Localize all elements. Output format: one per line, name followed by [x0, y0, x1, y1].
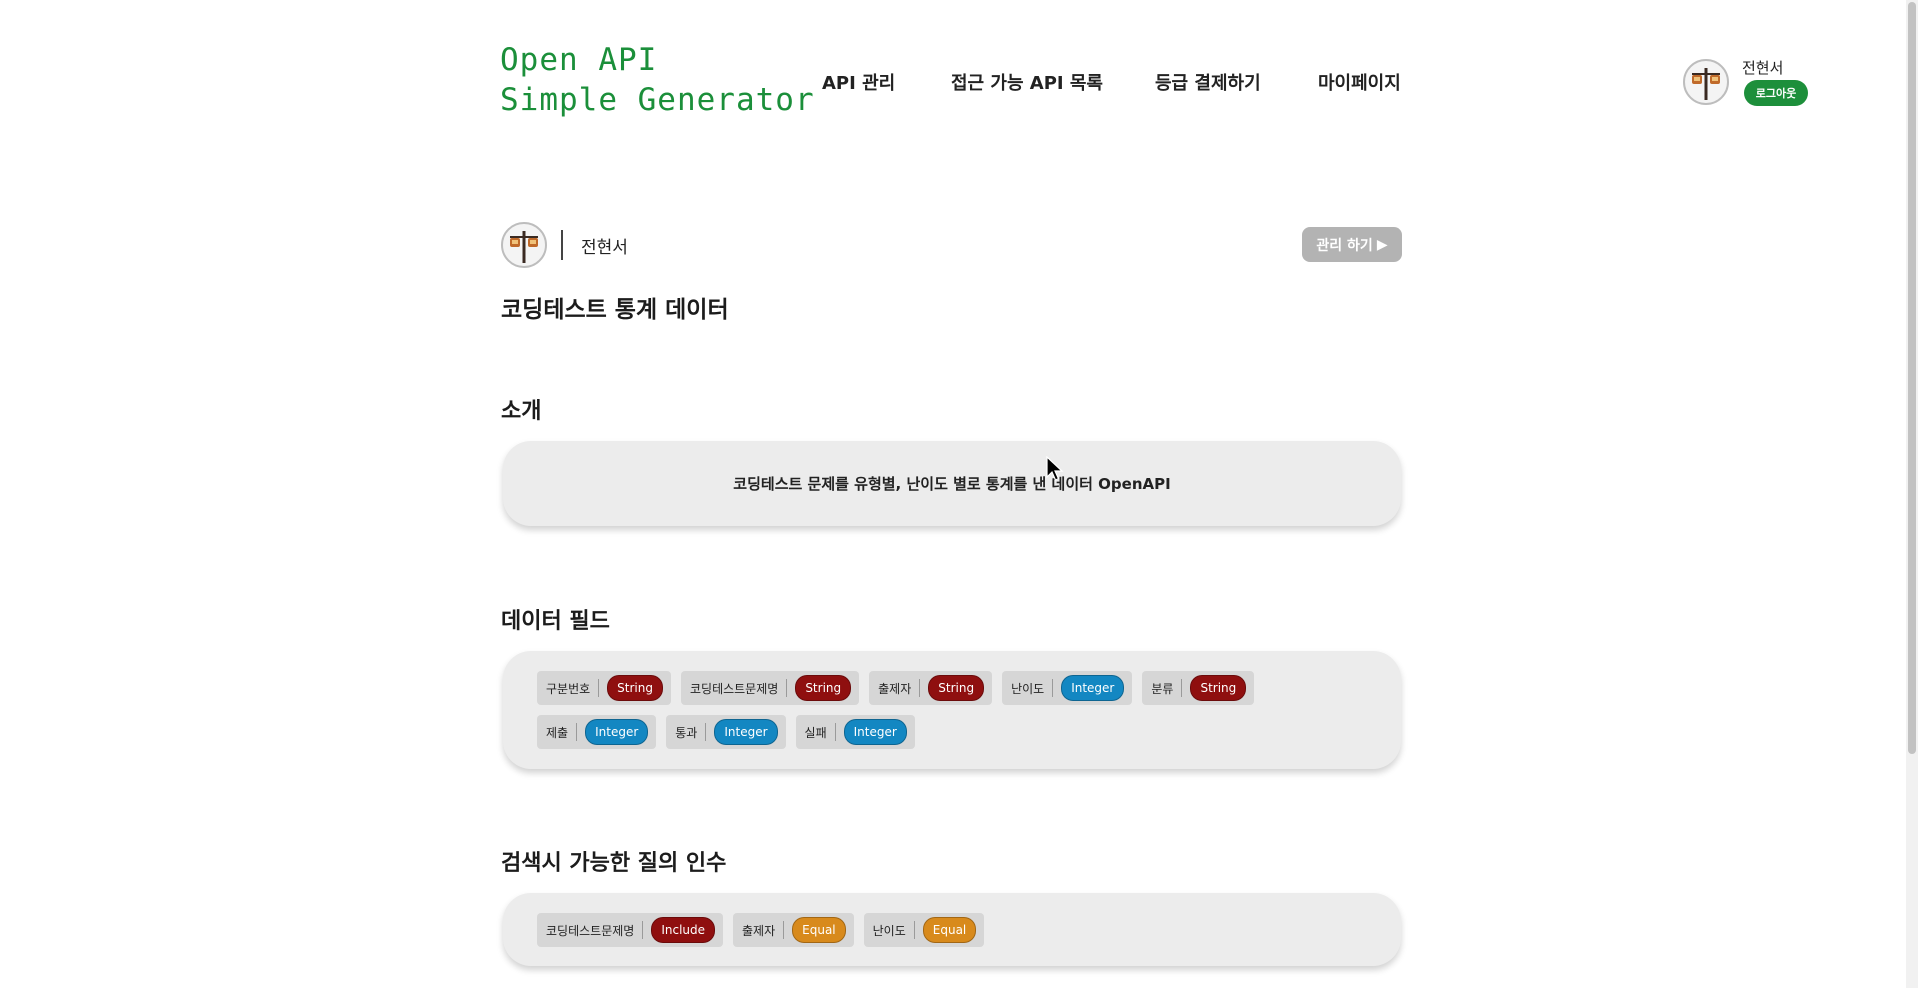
field-name: 코딩테스트문제명	[689, 681, 779, 696]
field-type-badge: Integer	[585, 719, 649, 745]
chip-divider	[1052, 679, 1054, 697]
logo-line-2: Simple Generator	[500, 82, 815, 118]
field-chip: 통과 Integer	[666, 715, 786, 749]
field-chip: 출제자 String	[869, 671, 993, 705]
page-scrollbar[interactable]	[1906, 0, 1918, 988]
nav-mypage[interactable]: 마이페이지	[1318, 69, 1401, 95]
manage-button[interactable]: 관리 하기 ▶	[1302, 227, 1402, 262]
chip-divider	[1181, 679, 1183, 697]
nav-accessible-api-list[interactable]: 접근 가능 API 목록	[951, 69, 1103, 95]
chip-divider	[783, 921, 785, 939]
param-chip-list: 코딩테스트문제명 Include 출제자 Equal 난이도 Equal	[537, 913, 1371, 947]
field-name: 분류	[1151, 681, 1174, 696]
param-chip: 난이도 Equal	[863, 913, 985, 947]
fields-section-title: 데이터 필드	[501, 609, 610, 634]
user-avatar[interactable]	[1683, 59, 1729, 105]
field-type-badge: String	[795, 675, 852, 701]
field-type-badge: String	[928, 675, 985, 701]
intro-text: 코딩테스트 문제를 유형별, 난이도 별로 통계를 낸 데이터 OpenAPI	[733, 475, 1171, 493]
scrollbar-thumb[interactable]	[1908, 2, 1916, 754]
field-type-badge: String	[607, 675, 663, 701]
chip-divider	[919, 679, 921, 697]
nav-grade-payment[interactable]: 등급 결제하기	[1155, 69, 1261, 95]
param-op-badge: Equal	[922, 917, 977, 943]
logout-button[interactable]: 로그아웃	[1744, 80, 1808, 106]
site-logo[interactable]: Open API Simple Generator	[500, 40, 815, 120]
field-name: 제출	[546, 725, 569, 740]
param-name: 출제자	[742, 923, 776, 938]
field-name: 통과	[675, 725, 698, 740]
logo-line-1: Open API	[500, 42, 658, 78]
intro-panel: 코딩테스트 문제를 유형별, 난이도 별로 통계를 낸 데이터 OpenAPI	[503, 441, 1401, 526]
field-type-badge: String	[1190, 675, 1247, 701]
param-name: 난이도	[872, 923, 906, 938]
owner-name: 전현서	[581, 238, 628, 258]
chip-divider	[576, 723, 578, 741]
field-chip: 구분번호 String	[537, 671, 671, 705]
params-panel: 코딩테스트문제명 Include 출제자 Equal 난이도 Equal	[503, 893, 1401, 966]
field-type-badge: Integer	[1061, 675, 1125, 701]
profile-image-icon	[1692, 68, 1720, 100]
field-type-badge: Integer	[714, 719, 778, 745]
profile-image-icon	[510, 231, 538, 263]
nav-api-management[interactable]: API 관리	[822, 69, 895, 95]
chip-divider	[642, 921, 644, 939]
param-name: 코딩테스트문제명	[546, 923, 635, 938]
field-type-badge: Integer	[843, 719, 907, 745]
triangle-right-icon: ▶	[1376, 236, 1388, 253]
param-op-badge: Include	[651, 917, 716, 943]
field-chip: 난이도 Integer	[1002, 671, 1133, 705]
field-name: 난이도	[1011, 681, 1045, 696]
api-title: 코딩테스트 통계 데이터	[501, 297, 729, 323]
field-name: 출제자	[878, 681, 912, 696]
owner-avatar	[501, 222, 547, 268]
user-name: 전현서	[1742, 59, 1784, 77]
chip-divider	[598, 679, 600, 697]
chip-divider	[834, 723, 836, 741]
params-section-title: 검색시 가능한 질의 인수	[501, 851, 727, 876]
field-chip: 분류 String	[1142, 671, 1255, 705]
chip-divider	[705, 723, 707, 741]
param-chip: 출제자 Equal	[733, 913, 854, 947]
field-name: 실패	[804, 725, 827, 740]
field-chip: 실패 Integer	[795, 715, 915, 749]
mouse-cursor-icon	[1046, 456, 1064, 481]
chip-divider	[913, 921, 915, 939]
param-chip: 코딩테스트문제명 Include	[537, 913, 724, 947]
field-chip: 코딩테스트문제명 String	[680, 671, 860, 705]
manage-button-label: 관리 하기	[1316, 237, 1373, 254]
chip-divider	[786, 679, 788, 697]
fields-panel: 구분번호 String 코딩테스트문제명 String 출제자 String 난이도 I…	[503, 651, 1401, 769]
field-chip: 제출 Integer	[537, 715, 657, 749]
owner-divider	[561, 230, 563, 260]
field-name: 구분번호	[546, 681, 591, 696]
intro-section-title: 소개	[501, 399, 542, 424]
field-chip-list: 구분번호 String 코딩테스트문제명 String 출제자 String 난이도 I…	[537, 671, 1371, 749]
param-op-badge: Equal	[792, 917, 846, 943]
